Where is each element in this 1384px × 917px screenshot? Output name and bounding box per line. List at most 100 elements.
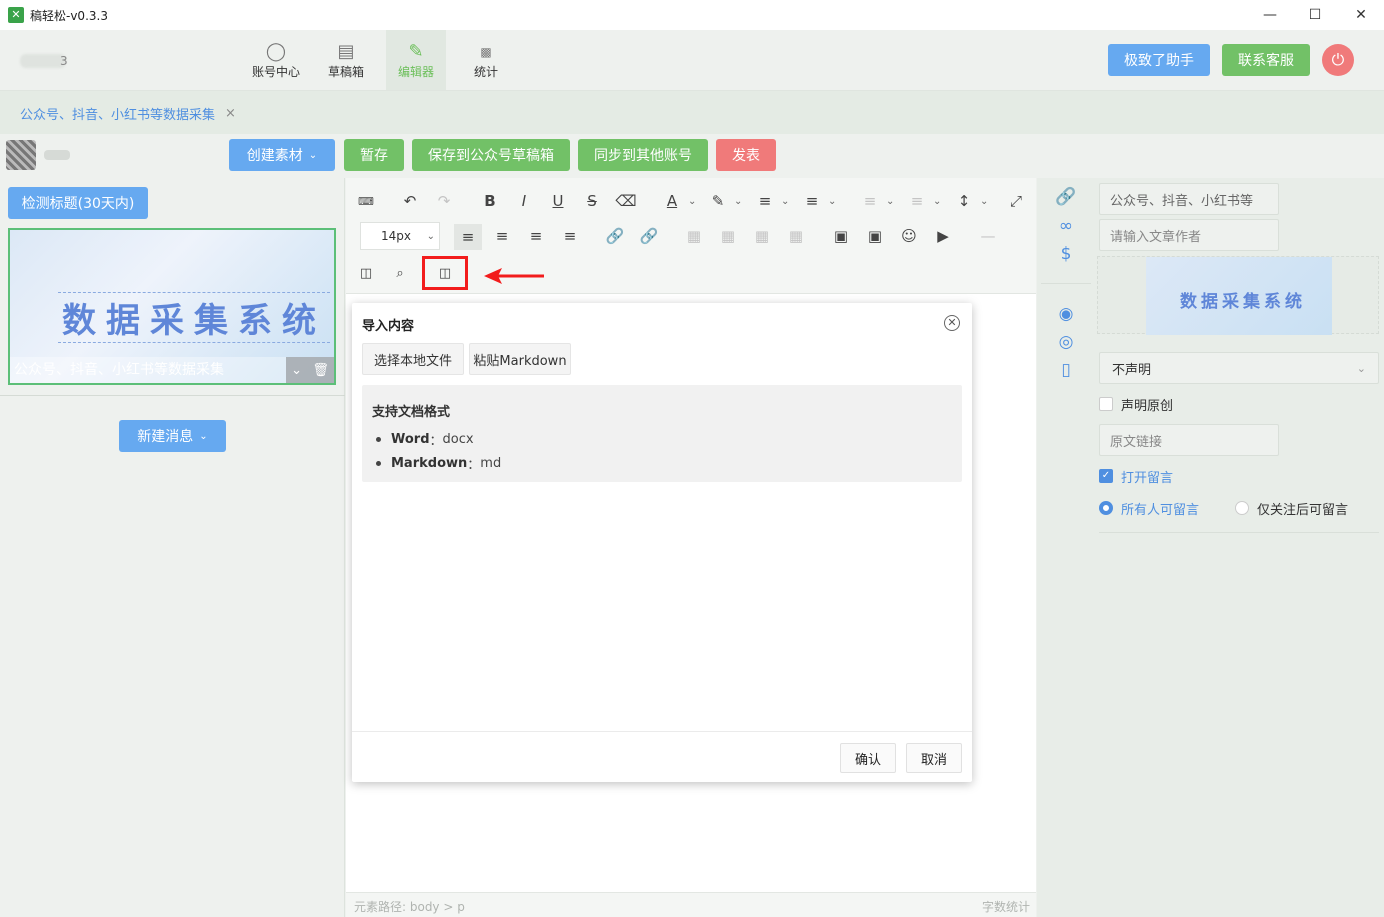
list-item: Word： docx xyxy=(376,427,501,451)
original-label: 声明原创 xyxy=(1121,399,1174,414)
comment-follow-radio[interactable] xyxy=(1235,501,1249,515)
paste-markdown-button[interactable]: 粘贴Markdown xyxy=(469,343,571,375)
author-input[interactable]: 请输入文章作者 xyxy=(1099,219,1279,251)
italic-icon[interactable]: I xyxy=(512,189,536,213)
chevron-down-icon[interactable]: ⌄ xyxy=(933,196,941,207)
declare-select[interactable]: 不声明 ⌄ xyxy=(1099,352,1379,384)
dialog-title: 导入内容 xyxy=(362,319,415,334)
chevron-down-icon[interactable]: ⌄ xyxy=(291,363,302,378)
original-checkbox[interactable] xyxy=(1099,397,1113,411)
tab-article[interactable]: 公众号、抖音、小红书等数据采集 × xyxy=(0,91,262,135)
new-message-button[interactable]: 新建消息 ⌄ xyxy=(119,420,226,452)
eraser-icon[interactable]: ⌫ xyxy=(614,189,638,213)
table-icon[interactable]: ▦ xyxy=(682,224,706,248)
format-list: Word： docx Markdown： md xyxy=(376,427,501,475)
article-cover-card[interactable]: 数据采集系统 公众号、抖音、小红书等数据采集 ⌄ 🗑 xyxy=(8,228,336,385)
cancel-button[interactable]: 取消 xyxy=(906,743,962,773)
assistant-button[interactable]: 极致了助手 xyxy=(1108,44,1210,76)
align-menu-icon[interactable]: ≡ xyxy=(905,189,929,213)
chevron-down-icon[interactable]: ⌄ xyxy=(980,196,988,207)
video-icon[interactable]: ▶ xyxy=(931,224,955,248)
highlight-color-icon[interactable]: ✎ xyxy=(706,189,730,213)
publish-button[interactable]: 发表 xyxy=(716,139,776,171)
power-icon[interactable]: ⏻ xyxy=(1322,44,1354,76)
chevron-down-icon[interactable]: ⌄ xyxy=(688,196,696,207)
cover-tools: ⌄ 🗑 xyxy=(286,357,334,383)
unlink-icon[interactable]: 🔗 xyxy=(637,224,661,248)
choose-local-file-button[interactable]: 选择本地文件 xyxy=(362,343,464,375)
comment-all-radio[interactable] xyxy=(1099,501,1113,515)
confirm-button[interactable]: 确认 xyxy=(840,743,896,773)
chain-icon[interactable]: ∞ xyxy=(1055,215,1077,237)
dollar-icon[interactable]: $ xyxy=(1055,243,1077,265)
line-height-icon[interactable]: ↕ xyxy=(952,189,976,213)
ordered-list-icon[interactable]: ≡ xyxy=(753,189,777,213)
bold-icon[interactable]: B xyxy=(478,189,502,213)
underline-icon[interactable]: U xyxy=(546,189,570,213)
indent-icon[interactable]: ≡ xyxy=(858,189,882,213)
close-tab-icon[interactable]: × xyxy=(225,106,236,121)
strikethrough-icon[interactable]: S xyxy=(580,189,604,213)
check-title-button[interactable]: 检测标题(30天内) xyxy=(8,187,148,219)
cover-thumbnail[interactable]: 数据采集系统 xyxy=(1097,256,1379,335)
sync-accounts-button[interactable]: 同步到其他账号 xyxy=(578,139,708,171)
divider-line-icon[interactable]: — xyxy=(976,224,1000,248)
link-icon[interactable]: 🔗 xyxy=(1055,186,1077,208)
editor-toolbar: ⌨ ↶ ↷ B I U S ⌫ A ⌄ ✎ ⌄ ≡ ⌄ ≡ ⌄ ≡ ⌄ ≡ ⌄ … xyxy=(346,178,1036,294)
chevron-down-icon[interactable]: ⌄ xyxy=(828,196,836,207)
format-ext: md xyxy=(480,455,502,471)
redo-icon[interactable]: ↷ xyxy=(432,189,456,213)
maximize-button[interactable]: ☐ xyxy=(1292,0,1338,30)
close-icon[interactable]: ✕ xyxy=(944,315,960,331)
nav-account-center[interactable]: ◯ 账号中心 xyxy=(246,30,306,90)
eye-icon[interactable]: ◉ xyxy=(1055,303,1077,325)
chevron-down-icon[interactable]: ⌄ xyxy=(734,196,742,207)
format-name: Markdown xyxy=(391,455,468,471)
font-size-select[interactable]: 14px ⌄ xyxy=(360,222,440,250)
save-temp-button[interactable]: 暂存 xyxy=(344,139,404,171)
thumbnail-image: 数据采集系统 xyxy=(1146,257,1332,335)
minimize-button[interactable]: — xyxy=(1247,0,1293,30)
nav-drafts[interactable]: ▤ 草稿箱 xyxy=(316,30,376,90)
word-count[interactable]: 字数统计 xyxy=(982,898,1030,915)
pen-icon: ✎ xyxy=(408,40,424,62)
trash-icon[interactable]: 🗑 xyxy=(312,363,329,378)
close-window-button[interactable]: ✕ xyxy=(1338,0,1384,30)
scan-eye-icon[interactable]: ◎ xyxy=(1055,331,1077,353)
image-icon[interactable]: ▣ xyxy=(863,224,887,248)
align-center-icon[interactable]: ≡ xyxy=(490,224,514,248)
nav-editor[interactable]: ✎ 编辑器 xyxy=(386,30,446,90)
mobile-icon[interactable]: ▯ xyxy=(1055,359,1077,381)
font-color-icon[interactable]: A xyxy=(660,189,684,213)
table-row-icon[interactable]: ▦ xyxy=(716,224,740,248)
editor-status-bar: 元素路径: body > p 字数统计 xyxy=(346,892,1036,917)
avatar xyxy=(6,140,36,170)
undo-icon[interactable]: ↶ xyxy=(398,189,422,213)
chevron-down-icon[interactable]: ⌄ xyxy=(886,196,894,207)
open-comment-checkbox[interactable]: ✓ xyxy=(1099,469,1113,483)
align-justify-icon[interactable]: ≡ xyxy=(558,224,582,248)
link-icon[interactable]: 🔗 xyxy=(603,224,627,248)
nav-label: 编辑器 xyxy=(397,64,434,79)
chevron-down-icon: ⌄ xyxy=(308,149,318,161)
nav-stats[interactable]: ▩ 统计 xyxy=(456,30,516,90)
chevron-down-icon[interactable]: ⌄ xyxy=(781,196,789,207)
source-link-input[interactable]: 原文链接 xyxy=(1099,424,1279,456)
source-code-icon[interactable]: ⌨ xyxy=(354,189,378,213)
save-to-draft-button[interactable]: 保存到公众号草稿箱 xyxy=(412,139,570,171)
article-settings-panel: 公众号、抖音、小红书等 请输入文章作者 数据采集系统 不声明 ⌄ 声明原创 原文… xyxy=(1095,178,1384,917)
emoji-icon[interactable]: ☺ xyxy=(897,224,921,248)
unordered-list-icon[interactable]: ≡ xyxy=(800,189,824,213)
table-col-icon[interactable]: ▦ xyxy=(750,224,774,248)
align-left-icon[interactable]: ≡ xyxy=(454,224,482,250)
preview-icon[interactable]: ◫ xyxy=(354,261,378,285)
table-delete-icon[interactable]: ▦ xyxy=(784,224,808,248)
title-input[interactable]: 公众号、抖音、小红书等 xyxy=(1099,183,1279,215)
contact-support-button[interactable]: 联系客服 xyxy=(1222,44,1310,76)
search-replace-icon[interactable]: ⌕ xyxy=(388,261,412,285)
fullscreen-icon[interactable]: ⤢ xyxy=(1004,189,1028,213)
align-right-icon[interactable]: ≡ xyxy=(524,224,548,248)
create-material-button[interactable]: 创建素材 ⌄ xyxy=(229,139,335,171)
insert-image-icon[interactable]: ▣ xyxy=(829,224,853,248)
format-name: Word xyxy=(391,431,430,447)
